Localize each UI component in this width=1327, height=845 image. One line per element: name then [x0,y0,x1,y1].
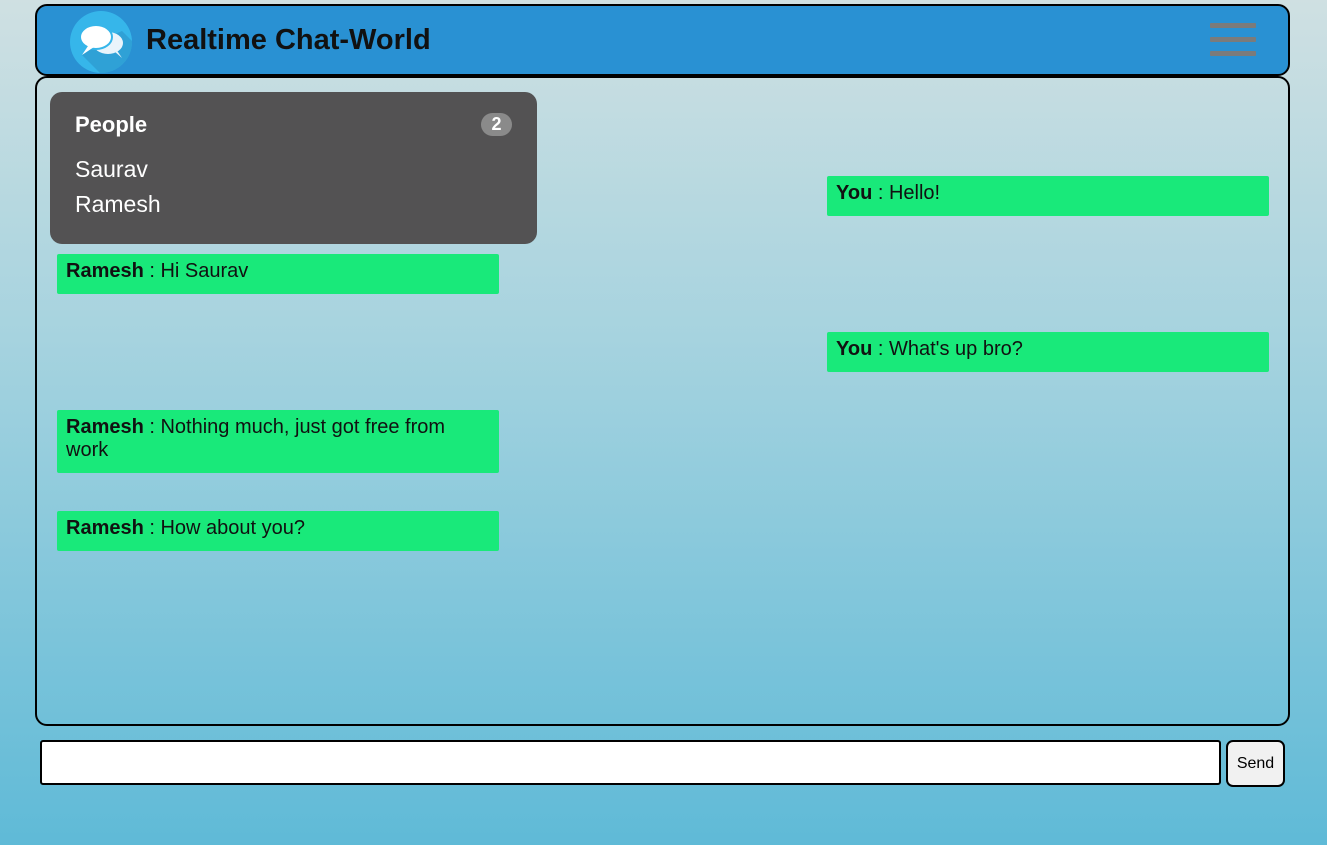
message-text: : What's up bro? [872,338,1023,360]
message-sender: Ramesh [66,416,144,438]
message-bubble: You : What's up bro? [827,332,1269,372]
message-bubble: Ramesh : How about you? [57,511,499,551]
hamburger-menu-icon[interactable] [1210,23,1256,59]
message-text: : Hello! [872,182,941,204]
message-sender: You [836,182,873,204]
chat-bubbles-icon [70,11,132,73]
message-sender: Ramesh [66,517,144,539]
message-bubble: You : Hello! [827,176,1269,216]
people-panel: People 2 Saurav Ramesh [50,92,537,244]
message-text: : Hi Saurav [143,260,249,282]
message-text: : How about you? [143,517,306,539]
person-item: Saurav [75,156,148,182]
people-title: People [75,112,148,137]
message-input[interactable] [40,740,1221,785]
message-sender: You [836,338,873,360]
message-bubble: Ramesh : Nothing much, just got free fro… [57,410,499,473]
chat-area[interactable]: People 2 Saurav Ramesh You : Hello! Rame… [35,76,1290,726]
people-count-badge: 2 [481,113,512,136]
app-title: Realtime Chat-World [146,24,431,56]
send-button[interactable]: Send [1226,740,1285,787]
message-sender: Ramesh [66,260,144,282]
message-bubble: Ramesh : Hi Saurav [57,254,499,294]
app-header: Realtime Chat-World [35,4,1290,76]
person-item: Ramesh [75,191,161,217]
